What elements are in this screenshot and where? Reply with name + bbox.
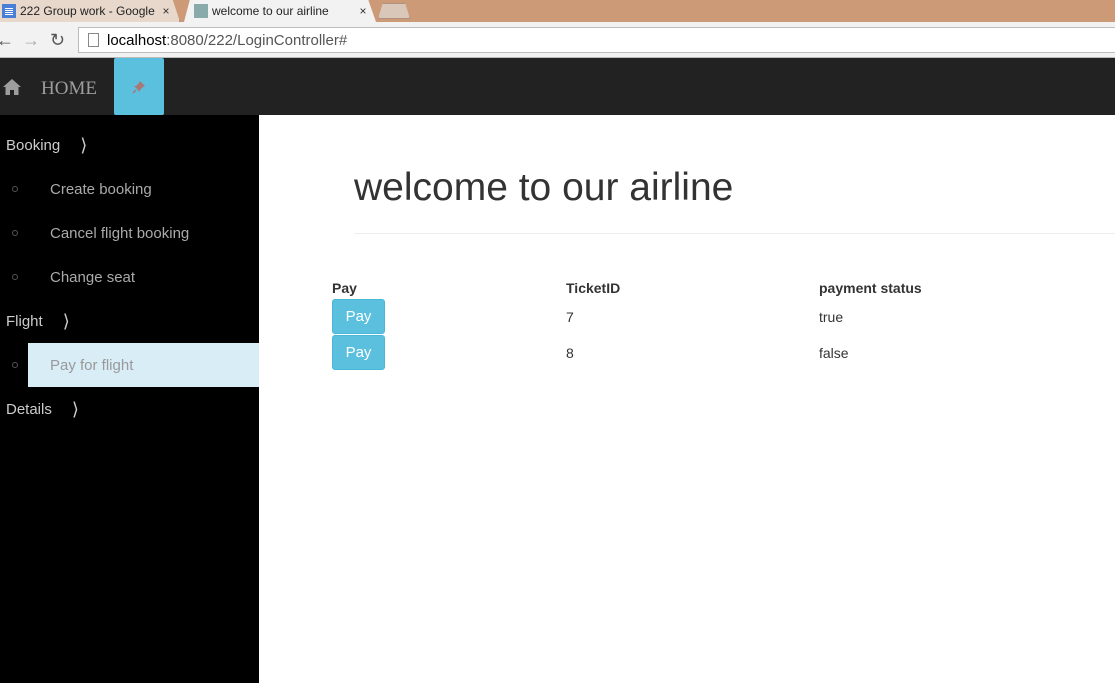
reload-icon[interactable]: ↻ <box>50 29 65 51</box>
title-divider <box>354 233 1115 234</box>
sidebar-item-label: Create booking <box>50 180 152 198</box>
chevron-right-icon: ⟩ <box>62 311 70 332</box>
sidebar-section-booking[interactable]: Booking ⟩ <box>6 135 87 156</box>
sidebar: Booking ⟩ Create booking Cancel flight b… <box>0 115 259 683</box>
payment-status-cell: false <box>819 345 849 361</box>
ticket-id-cell: 8 <box>566 345 574 361</box>
app-navbar: HOME <box>0 58 1115 115</box>
close-icon[interactable]: × <box>356 4 370 18</box>
sidebar-item-label: Pay for flight <box>50 356 134 374</box>
main-content: welcome to our airline Pay TicketID paym… <box>259 115 1115 683</box>
url-path: :8080/222/LoginController# <box>166 31 348 49</box>
sidebar-item-cancel-flight-booking[interactable]: Cancel flight booking <box>0 211 259 255</box>
bullet-icon <box>12 230 18 236</box>
address-bar[interactable]: localhost:8080/222/LoginController# <box>78 27 1115 53</box>
column-header-pay: Pay <box>332 280 357 296</box>
forward-arrow-icon[interactable]: → <box>22 29 40 51</box>
chevron-right-icon: ⟩ <box>80 135 88 156</box>
browser-tab-airline[interactable]: welcome to our airline × <box>184 0 376 22</box>
sidebar-section-flight[interactable]: Flight ⟩ <box>6 311 70 332</box>
chevron-right-icon: ⟩ <box>71 399 79 420</box>
ticket-id-cell: 7 <box>566 309 574 325</box>
section-label: Details <box>6 401 52 418</box>
pay-button[interactable]: Pay <box>332 335 385 370</box>
home-icon[interactable] <box>2 78 22 96</box>
payment-status-cell: true <box>819 309 844 325</box>
browser-toolbar: ← → ↻ localhost:8080/222/LoginController… <box>0 22 1115 58</box>
sidebar-item-create-booking[interactable]: Create booking <box>0 167 259 211</box>
page-title: welcome to our airline <box>354 166 734 209</box>
sidebar-item-label: Cancel flight booking <box>50 224 190 242</box>
bullet-icon <box>12 186 18 192</box>
tab-title: 222 Group work - Google <box>20 4 155 18</box>
pay-button[interactable]: Pay <box>332 299 385 334</box>
url-host: localhost <box>107 31 167 49</box>
sidebar-section-details[interactable]: Details ⟩ <box>6 399 79 420</box>
browser-tab-google-doc[interactable]: 222 Group work - Google × <box>0 0 180 22</box>
tab-title: welcome to our airline <box>212 4 329 18</box>
pin-icon <box>132 80 145 94</box>
browser-tab-strip: 222 Group work - Google × welcome to our… <box>0 0 1115 22</box>
column-header-payment-status: payment status <box>819 280 922 296</box>
sidebar-item-label: Change seat <box>50 268 136 286</box>
column-header-ticket-id: TicketID <box>566 280 621 296</box>
bullet-icon <box>12 274 18 280</box>
close-icon[interactable]: × <box>159 4 173 18</box>
section-label: Flight <box>6 313 43 330</box>
sidebar-item-change-seat[interactable]: Change seat <box>0 255 259 299</box>
google-docs-icon <box>2 4 16 18</box>
page-icon <box>88 33 99 47</box>
section-label: Booking <box>6 137 61 154</box>
airline-favicon-icon <box>194 4 208 18</box>
bullet-icon <box>12 362 18 368</box>
pin-button[interactable] <box>114 58 164 115</box>
back-arrow-icon[interactable]: ← <box>0 29 14 51</box>
new-tab-button[interactable] <box>378 3 410 19</box>
sidebar-item-pay-for-flight[interactable]: Pay for flight <box>0 343 259 387</box>
home-link[interactable]: HOME <box>41 78 97 100</box>
